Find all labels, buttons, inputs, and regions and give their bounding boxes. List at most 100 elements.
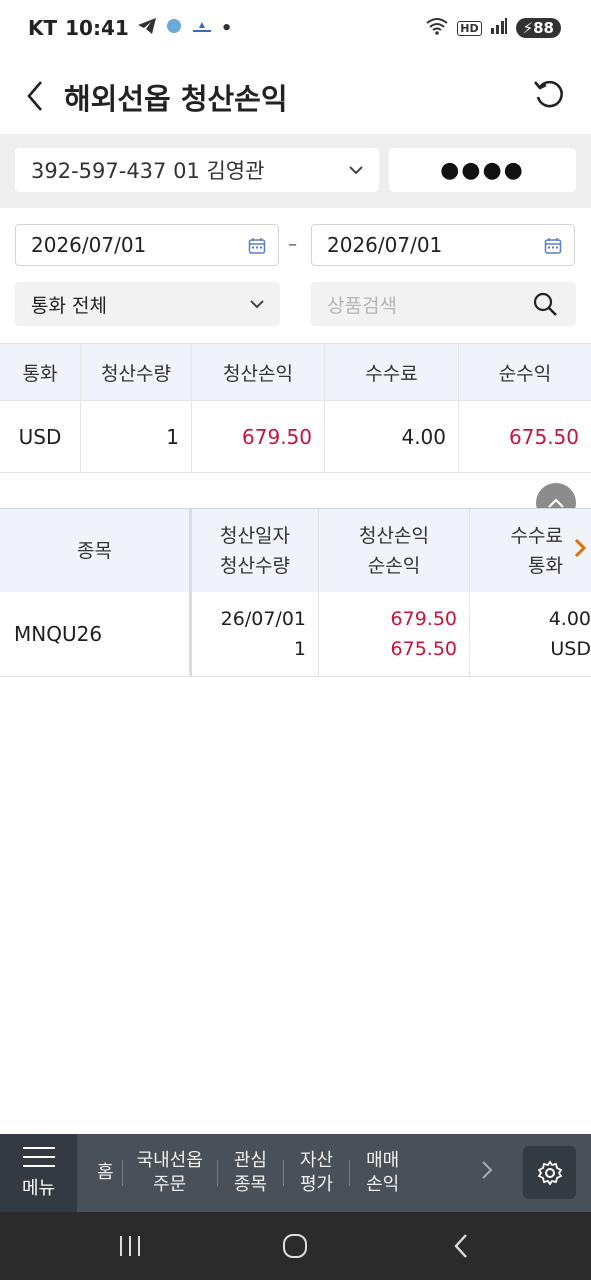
summary-net: 675.50	[509, 424, 579, 449]
clock: 10:41	[65, 16, 129, 40]
detail-item-code: MNQU26	[14, 622, 103, 646]
detail-fee: 4.00	[548, 608, 591, 630]
system-nav-bar	[0, 1212, 591, 1280]
detail-header-date: 청산일자	[220, 524, 290, 547]
home-circle-icon	[283, 1234, 307, 1258]
nav-item-asset-valuation[interactable]: 자산 평가	[284, 1149, 349, 1197]
end-date-value: 2026/07/01	[327, 233, 443, 257]
battery-level: 88	[533, 19, 554, 37]
calendar-icon	[544, 236, 562, 260]
page-header: 해외선옵 청산손익	[0, 60, 591, 134]
summary-header-row: 통화 청산수량 청산손익 수수료 순수익	[0, 343, 591, 400]
nav-item-label: 자산	[299, 1150, 334, 1171]
app-notification-icon-2	[191, 18, 213, 39]
summary-currency: USD	[0, 401, 81, 472]
chevron-right-icon[interactable]	[573, 537, 587, 563]
status-bar: KT 10:41 • HD ⚡88	[0, 0, 591, 60]
summary-header-currency: 통화	[0, 344, 81, 400]
summary-header-net: 순수익	[498, 362, 552, 385]
product-search-input[interactable]: 상품검색	[311, 282, 576, 326]
calendar-icon	[248, 236, 266, 260]
gear-icon	[537, 1159, 562, 1186]
detail-net: 675.50	[390, 638, 457, 660]
section-gap	[0, 475, 591, 508]
system-back-button[interactable]	[441, 1230, 481, 1262]
refresh-icon	[534, 80, 563, 108]
settings-button[interactable]	[523, 1146, 576, 1199]
nav-item-label: 손익	[366, 1174, 400, 1195]
detail-header-fee: 수수료	[510, 524, 563, 547]
detail-header-net: 순손익	[367, 554, 421, 577]
nav-item-label: 홈	[97, 1162, 114, 1183]
recent-apps-button[interactable]	[110, 1230, 150, 1262]
start-date-value: 2026/07/01	[31, 233, 147, 257]
start-date-field[interactable]: 2026/07/01	[15, 224, 279, 266]
detail-date: 26/07/01	[220, 608, 306, 630]
summary-table: 통화 청산수량 청산손익 수수료 순수익 USD 1 679.50 4.00 6…	[0, 343, 591, 473]
battery-indicator: ⚡88	[515, 18, 561, 38]
summary-header-qty: 청산수량	[81, 344, 192, 400]
detail-currency: USD	[550, 638, 591, 660]
hd-icon: HD	[457, 20, 482, 36]
detail-pnl: 679.50	[390, 608, 457, 630]
detail-header-row: 종목 청산일자 청산수량 청산손익 순손익 수수료 통화	[0, 508, 591, 592]
detail-date-qty: 26/07/01 1	[192, 592, 319, 676]
search-icon[interactable]	[532, 291, 558, 322]
summary-header-fee: 수수료	[325, 344, 459, 400]
currency-select-value: 통화 전체	[31, 294, 107, 317]
detail-header-qty: 청산수량	[220, 554, 290, 577]
summary-row[interactable]: USD 1 679.50 4.00 675.50	[0, 400, 591, 473]
filter-section: 2026/07/01 – 2026/07/01 통화 전체 상품검색	[0, 208, 591, 343]
more-dot-icon: •	[220, 17, 233, 39]
menu-label: 메뉴	[21, 1178, 56, 1199]
nav-item-domestic-order[interactable]: 국내선옵 주문	[123, 1149, 217, 1197]
chevron-left-icon	[27, 81, 42, 111]
detail-pnl-net: 679.50 675.50	[319, 592, 470, 676]
nav-item-label: 국내선옵	[136, 1150, 203, 1171]
signal-icon	[490, 18, 508, 38]
detail-table: 종목 청산일자 청산수량 청산손익 순손익 수수료 통화 MNQU26 26/0…	[0, 508, 591, 677]
detail-header-item: 종목	[0, 509, 192, 592]
detail-qty: 1	[293, 638, 306, 660]
nav-scroll-right-icon[interactable]	[481, 1160, 493, 1185]
nav-item-trade-pnl[interactable]: 매매 손익	[350, 1149, 415, 1197]
currency-select[interactable]: 통화 전체	[15, 282, 280, 326]
detail-header-pnl: 청산손익	[359, 524, 429, 547]
home-button[interactable]	[275, 1230, 315, 1262]
bottom-nav: 메뉴 홈 국내선옵 주문 관심 종목 자산 평가 매매 손익	[0, 1134, 591, 1212]
nav-item-label: 주문	[153, 1174, 187, 1195]
nav-item-label: 관심	[233, 1150, 267, 1171]
end-date-field[interactable]: 2026/07/01	[311, 224, 575, 266]
wifi-icon	[425, 17, 449, 39]
date-separator: –	[288, 234, 297, 255]
detail-row[interactable]: MNQU26 26/07/01 1 679.50 675.50 4.00 USD	[0, 592, 591, 677]
detail-header-item-label: 종목	[77, 539, 112, 562]
menu-button[interactable]: 메뉴	[0, 1134, 77, 1212]
account-number: 392-597-437 01 김영관	[31, 159, 265, 183]
back-arrow-icon	[454, 1234, 467, 1258]
nav-item-label: 종목	[233, 1174, 267, 1195]
detail-item: MNQU26	[0, 592, 192, 676]
detail-header-date-qty: 청산일자 청산수량	[192, 509, 319, 592]
nav-item-home[interactable]: 홈	[89, 1161, 122, 1185]
account-section: 392-597-437 01 김영관 ●●●●	[0, 134, 591, 208]
password-field[interactable]: ●●●●	[389, 148, 576, 192]
carrier-label: KT	[28, 16, 58, 40]
nav-item-watchlist[interactable]: 관심 종목	[218, 1149, 283, 1197]
app-notification-icon	[165, 17, 183, 40]
page-title: 해외선옵 청산손익	[64, 82, 288, 116]
telegram-icon	[137, 17, 157, 40]
chevron-down-icon	[248, 295, 266, 318]
recent-apps-icon	[120, 1236, 140, 1256]
detail-header-currency: 통화	[528, 554, 563, 577]
refresh-button[interactable]	[529, 74, 569, 114]
summary-qty: 1	[81, 401, 192, 472]
chevron-down-icon	[347, 160, 365, 184]
back-button[interactable]	[20, 78, 50, 114]
search-placeholder: 상품검색	[327, 294, 397, 317]
summary-pnl: 679.50	[192, 401, 325, 472]
account-select[interactable]: 392-597-437 01 김영관	[15, 148, 379, 192]
nav-item-label: 평가	[299, 1174, 334, 1195]
summary-fee: 4.00	[325, 401, 459, 472]
hamburger-icon	[22, 1147, 55, 1167]
